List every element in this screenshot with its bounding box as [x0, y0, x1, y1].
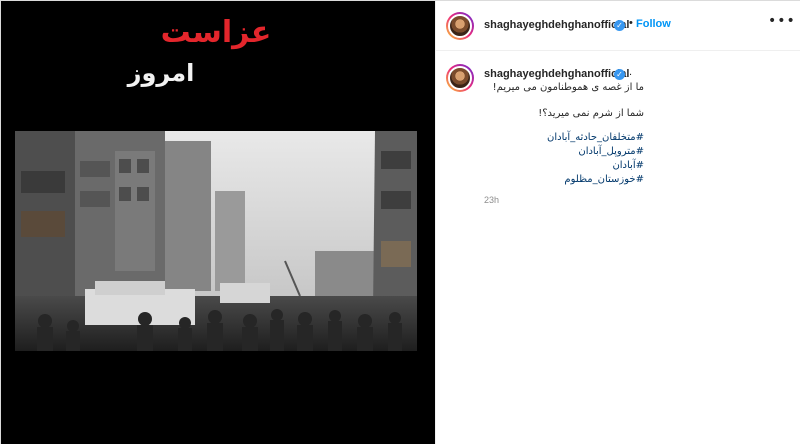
- street-scene-image: [15, 131, 417, 351]
- hashtag-link[interactable]: #آبادان: [484, 160, 644, 171]
- separator-dot: •: [629, 17, 633, 29]
- instagram-post-window: عزاست امروز shaghayeghdehghanofficial ✓ …: [0, 0, 800, 444]
- caption-avatar[interactable]: [446, 64, 474, 92]
- caption-username[interactable]: shaghayeghdehghanofficial: [484, 68, 629, 80]
- hashtag-link[interactable]: #متخلفان_حادثه_آبادان: [484, 132, 644, 143]
- post-sidebar: shaghayeghdehghanofficial ✓ • Follow •••…: [435, 1, 800, 444]
- follow-button[interactable]: Follow: [636, 18, 671, 30]
- hashtag-link[interactable]: #متروپل_آبادان: [484, 146, 644, 157]
- post-media[interactable]: عزاست امروز: [1, 1, 435, 444]
- caption-line: ما از غصه ی هموطنامون می میریم!: [492, 82, 644, 93]
- header-username[interactable]: shaghayeghdehghanofficial: [484, 19, 629, 31]
- verified-badge-icon: ✓: [614, 20, 625, 31]
- avatar[interactable]: [446, 12, 474, 40]
- post-timestamp: 23h: [484, 195, 500, 205]
- post-header: shaghayeghdehghanofficial ✓ • Follow •••: [436, 1, 800, 51]
- caption-line: شما از شرم نمی میرید؟!: [538, 108, 644, 119]
- hashtag-link[interactable]: #خوزستان_مظلوم: [484, 174, 644, 185]
- video-frame[interactable]: [15, 131, 417, 351]
- verified-badge-icon: ✓: [614, 69, 625, 80]
- caption-dot: .: [629, 66, 633, 78]
- overlay-title: عزاست: [160, 15, 272, 50]
- more-options-icon[interactable]: •••: [768, 13, 796, 29]
- overlay-subtitle: امروز: [127, 59, 195, 87]
